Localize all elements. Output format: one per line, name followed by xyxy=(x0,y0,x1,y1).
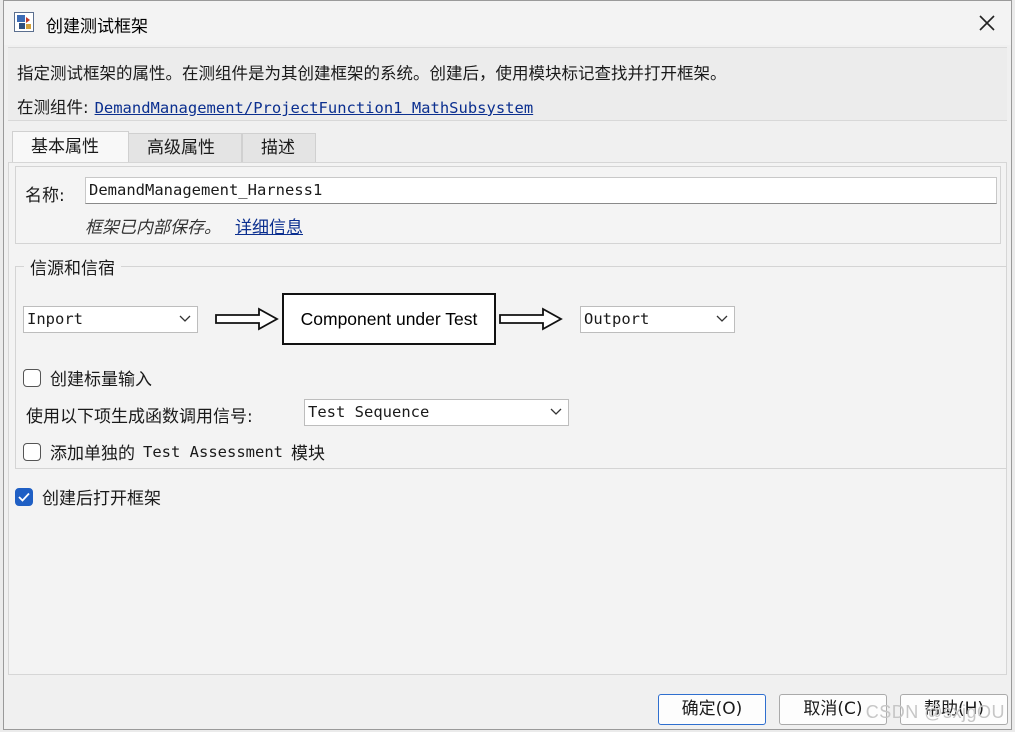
component-under-test-block: Component under Test xyxy=(282,293,496,345)
harness-name-input[interactable]: DemandManagement_Harness1 xyxy=(85,177,997,204)
open-after-create-checkbox[interactable] xyxy=(15,487,33,506)
description-area: 指定测试框架的属性。在测组件是为其创建框架的系统。创建后，使用模块标记查找并打开… xyxy=(8,47,1007,121)
name-group: 名称: DemandManagement_Harness1 框架已内部保存。 详细… xyxy=(15,166,1001,244)
scalar-inputs-checkbox[interactable] xyxy=(23,368,41,387)
assessment-label-post: 模块 xyxy=(290,444,325,464)
chevron-down-icon xyxy=(179,315,191,322)
assessment-checkbox[interactable] xyxy=(23,442,41,461)
close-button[interactable] xyxy=(973,9,1001,37)
component-under-test-row: 在测组件: DemandManagement/ProjectFunction1 M… xyxy=(17,94,533,118)
assessment-label-mono: Test Assessment xyxy=(143,442,283,461)
simulink-app-icon xyxy=(14,12,34,32)
chevron-down-icon xyxy=(716,315,728,322)
input-arrow-icon xyxy=(215,307,279,331)
source-select[interactable]: Inport xyxy=(23,306,198,333)
scalar-inputs-label: 创建标量输入 xyxy=(50,370,152,390)
basic-properties-panel: 名称: DemandManagement_Harness1 框架已内部保存。 详细… xyxy=(8,162,1007,675)
scalar-inputs-row: 创建标量输入 xyxy=(23,365,152,390)
ok-button[interactable]: 确定(O) xyxy=(658,694,766,725)
open-after-create-label: 创建后打开框架 xyxy=(42,489,161,509)
component-under-test-link[interactable]: DemandManagement/ProjectFunction1 MathSu… xyxy=(95,99,534,117)
sink-value: Outport xyxy=(584,310,650,328)
checkmark-icon xyxy=(18,492,30,502)
details-link[interactable]: 详细信息 xyxy=(235,218,303,238)
saved-note-text: 框架已内部保存。 xyxy=(85,218,221,238)
function-call-label: 使用以下项生成函数调用信号: xyxy=(26,407,253,427)
assessment-row: 添加单独的 Test Assessment 模块 xyxy=(23,439,325,464)
description-text: 指定测试框架的属性。在测组件是为其创建框架的系统。创建后，使用模块标记查找并打开… xyxy=(17,64,727,83)
sink-select[interactable]: Outport xyxy=(580,306,735,333)
function-call-value: Test Sequence xyxy=(308,403,430,421)
open-after-create-row: 创建后打开框架 xyxy=(15,484,161,509)
sources-sinks-legend: 信源和信宿 xyxy=(24,254,121,279)
harness-dialog: 创建测试框架 指定测试框架的属性。在测组件是为其创建框架的系统。创建后，使用模块… xyxy=(3,0,1012,730)
saved-internally-note: 框架已内部保存。 详细信息 xyxy=(85,213,303,238)
title-bar: 创建测试框架 xyxy=(4,1,1011,45)
window-title: 创建测试框架 xyxy=(46,17,148,37)
tab-basic-properties[interactable]: 基本属性 xyxy=(12,131,129,162)
watermark: CSDN @sxjgOU xyxy=(865,702,1005,722)
output-arrow-icon xyxy=(499,307,563,331)
tab-advanced-properties[interactable]: 高级属性 xyxy=(128,133,242,162)
tab-description[interactable]: 描述 xyxy=(242,133,316,162)
component-under-test-label: 在测组件: xyxy=(17,98,89,117)
assessment-label-pre: 添加单独的 xyxy=(50,444,135,464)
chevron-down-icon xyxy=(550,408,562,415)
name-label: 名称: xyxy=(25,186,65,206)
close-icon xyxy=(979,15,995,31)
source-value: Inport xyxy=(27,310,83,328)
function-call-select[interactable]: Test Sequence xyxy=(304,399,569,426)
sources-sinks-group: 信源和信宿 Inport Component under Test Outpor… xyxy=(15,254,1007,469)
